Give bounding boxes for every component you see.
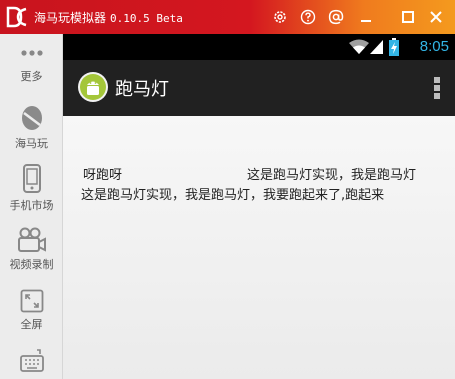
settings-icon	[274, 11, 286, 23]
close-button[interactable]	[424, 5, 448, 29]
android-screen: 8:05 跑马灯 呀跑呀 这是跑马灯实现，我是跑马灯 这是跑马灯实现，我是跑马灯…	[63, 34, 455, 379]
status-bar: 8:05	[63, 34, 455, 60]
sidebar-item-haimawan[interactable]: 海马玩	[0, 104, 63, 151]
close-icon	[430, 11, 442, 23]
app-name: 海马玩模拟器	[34, 11, 107, 25]
android-app-icon	[78, 72, 108, 102]
sidebar-item-more[interactable]: 更多	[0, 48, 63, 84]
status-clock: 8:05	[419, 38, 449, 55]
more-icon	[20, 50, 43, 56]
sidebar-item-label: 视频录制	[9, 258, 54, 271]
action-bar: 跑马灯	[63, 60, 455, 116]
window-title: 海马玩模拟器 0.10.5 Beta	[34, 9, 183, 26]
video-record-icon	[17, 227, 46, 252]
sidebar-item-phone-market[interactable]: 手机市场	[0, 164, 63, 213]
minimize-button[interactable]	[354, 5, 378, 29]
marquee-text-1: 呀跑呀 这是跑马灯实现，我是跑马灯	[81, 166, 433, 186]
battery-icon	[389, 38, 399, 56]
page-title: 跑马灯	[115, 79, 169, 100]
marquee-text-2: 这是跑马灯实现，我是跑马灯，我要跑起来了,跑起来	[81, 186, 433, 206]
emulator-sidebar: 更多 海马玩 手机市场 视频录制 全屏	[0, 34, 63, 379]
sidebar-item-fullscreen[interactable]: 全屏	[0, 289, 63, 332]
marquee-segment-right: 这是跑马灯实现，我是跑马灯	[247, 168, 417, 183]
fullscreen-icon	[20, 289, 43, 313]
sidebar-item-label: 更多	[20, 70, 43, 83]
marquee-segment-left: 呀跑呀	[83, 168, 123, 183]
at-icon	[328, 9, 344, 25]
overflow-menu-icon[interactable]	[429, 74, 445, 102]
sidebar-item-label: 手机市场	[9, 199, 54, 212]
haimawan-icon	[21, 106, 42, 130]
maximize-icon	[402, 11, 414, 23]
maximize-button[interactable]	[396, 5, 420, 29]
account-button[interactable]	[324, 5, 348, 29]
keyboard-icon	[19, 349, 44, 372]
settings-button[interactable]	[268, 5, 292, 29]
help-button[interactable]	[296, 5, 320, 29]
app-logo-icon	[6, 6, 27, 28]
sidebar-item-label: 全屏	[20, 318, 43, 331]
marquee-line: 这是跑马灯实现，我是跑马灯，我要跑起来了,跑起来	[81, 188, 385, 203]
sidebar-item-label: 海马玩	[15, 137, 48, 150]
app-version: 0.10.5 Beta	[110, 12, 183, 25]
wifi-icon	[349, 39, 369, 54]
phone-market-icon	[22, 164, 41, 193]
help-icon	[300, 9, 316, 25]
signal-icon	[370, 40, 383, 54]
minimize-icon	[361, 20, 371, 22]
window-titlebar: 海马玩模拟器 0.10.5 Beta	[0, 0, 455, 34]
sidebar-item-keyboard[interactable]	[0, 348, 63, 372]
sidebar-item-video-record[interactable]: 视频录制	[0, 227, 63, 272]
content-area: 呀跑呀 这是跑马灯实现，我是跑马灯 这是跑马灯实现，我是跑马灯，我要跑起来了,跑…	[63, 116, 455, 379]
